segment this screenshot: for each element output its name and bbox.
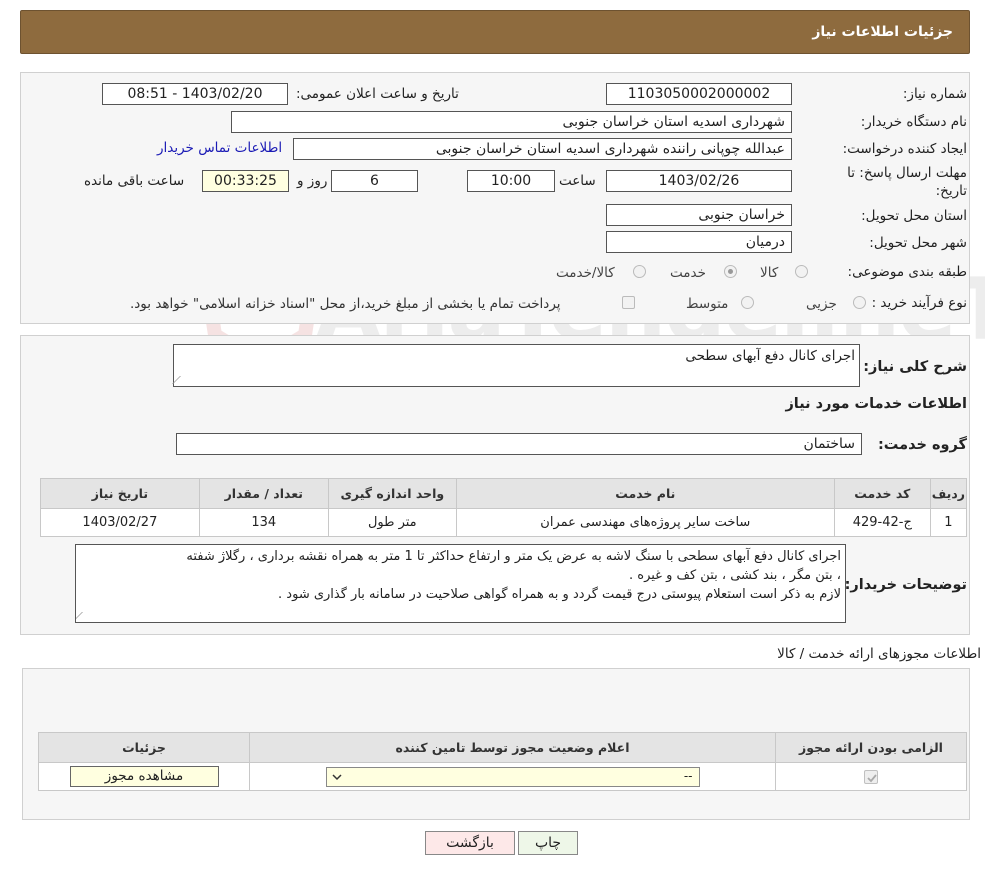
deadline-time-field: 10:00 bbox=[467, 170, 555, 192]
page-header: جزئیات اطلاعات نیاز bbox=[20, 10, 970, 54]
service-group-field: ساختمان bbox=[176, 433, 862, 455]
need-number-label: شماره نیاز: bbox=[902, 86, 967, 102]
col-unit: واحد اندازه گیری bbox=[327, 478, 457, 509]
buyer-notes-line-1: اجرای کانال دفع آبهای سطحی با سنگ لاشه ب… bbox=[186, 549, 841, 564]
permit-status-select[interactable]: -- bbox=[325, 766, 700, 787]
requester-field: عبدالله چوپانی راننده شهرداری اسدیه استا… bbox=[293, 138, 792, 160]
cell-permit-status: -- bbox=[249, 762, 776, 791]
chevron-down-icon bbox=[331, 773, 342, 780]
cell-permit-details: مشاهده مجوز bbox=[38, 762, 250, 791]
resize-grip-icon[interactable] bbox=[172, 376, 188, 384]
summary-label: شرح کلی نیاز: bbox=[863, 359, 967, 375]
services-table: ردیف کد خدمت نام خدمت واحد اندازه گیری ت… bbox=[40, 478, 968, 537]
buyer-org-field: شهرداری اسدیه استان خراسان جنوبی bbox=[231, 111, 792, 133]
buyer-notes-line-2: ، بتن مگر ، بند کشی ، بتن کف و غیره . bbox=[629, 568, 841, 583]
col-row-number: ردیف bbox=[929, 478, 968, 509]
delivery-city-label: شهر محل تحویل: bbox=[869, 235, 967, 251]
treasury-payment-checkbox[interactable] bbox=[622, 296, 635, 309]
cell-row-number: 1 bbox=[929, 508, 968, 537]
deadline-label-2: تاریخ: bbox=[935, 183, 967, 199]
process-label: نوع فرآیند خرید : bbox=[871, 295, 967, 311]
buyer-notes-label: توضیحات خریدار: bbox=[844, 577, 967, 593]
category-option-goods-service: کالا/خدمت bbox=[556, 265, 615, 281]
back-button[interactable]: بازگشت bbox=[425, 831, 515, 855]
buyer-notes-textarea[interactable]: اجرای کانال دفع آبهای سطحی با سنگ لاشه ب… bbox=[75, 544, 846, 623]
cell-service-name: ساخت سایر پروژه‌های مهندسی عمران bbox=[455, 508, 835, 537]
process-radio-medium[interactable] bbox=[741, 296, 754, 309]
category-radio-goods-service[interactable] bbox=[633, 265, 646, 278]
services-heading: اطلاعات خدمات مورد نیاز bbox=[785, 396, 967, 412]
need-number-field: 1103050002000002 bbox=[606, 83, 792, 105]
remaining-time-field: 00:33:25 bbox=[202, 170, 289, 192]
services-table-header: ردیف کد خدمت نام خدمت واحد اندازه گیری ت… bbox=[40, 478, 968, 509]
process-option-medium: متوسط bbox=[686, 296, 729, 312]
cell-permit-required bbox=[775, 762, 967, 791]
details-panel bbox=[20, 72, 970, 324]
cell-service-code: ج-42-429 bbox=[833, 508, 931, 537]
cell-quantity: 134 bbox=[198, 508, 329, 537]
deadline-label: مهلت ارسال پاسخ: تا bbox=[847, 165, 967, 181]
remaining-label: ساعت باقی مانده bbox=[84, 173, 185, 189]
requester-label: ایجاد کننده درخواست: bbox=[842, 141, 967, 157]
print-button[interactable]: چاپ bbox=[518, 831, 578, 855]
category-radio-service[interactable] bbox=[724, 265, 737, 278]
col-permit-status: اعلام وضعیت مجوز توسط تامین کننده bbox=[249, 732, 776, 763]
table-row: 1 ج-42-429 ساخت سایر پروژه‌های مهندسی عم… bbox=[40, 508, 968, 537]
announce-field: 1403/02/20 - 08:51 bbox=[102, 83, 288, 105]
days-field: 6 bbox=[331, 170, 418, 192]
cell-unit: متر طول bbox=[327, 508, 457, 537]
category-radio-goods[interactable] bbox=[795, 265, 808, 278]
category-label: طبقه بندی موضوعی: bbox=[847, 264, 967, 280]
time-label: ساعت bbox=[559, 173, 596, 189]
process-option-minor: جزیی bbox=[806, 296, 837, 312]
category-option-goods: کالا bbox=[760, 265, 779, 281]
col-service-name: نام خدمت bbox=[455, 478, 835, 509]
page-title: جزئیات اطلاعات نیاز bbox=[812, 24, 953, 40]
col-permit-required: الزامی بودن ارائه مجوز bbox=[775, 732, 967, 763]
permits-table-header: الزامی بودن ارائه مجوز اعلام وضعیت مجوز … bbox=[38, 732, 967, 763]
col-need-date: تاریخ نیاز bbox=[40, 478, 200, 509]
permits-heading: اطلاعات مجوزهای ارائه خدمت / کالا bbox=[777, 646, 981, 662]
col-quantity: تعداد / مقدار bbox=[198, 478, 329, 509]
service-group-label: گروه خدمت: bbox=[877, 437, 967, 453]
view-permit-button[interactable]: مشاهده مجوز bbox=[69, 766, 219, 787]
col-permit-details: جزئیات bbox=[38, 732, 250, 763]
buyer-notes-line-3: لازم به ذکر است استعلام پیوستی درج قیمت … bbox=[278, 587, 841, 602]
deadline-date-field: 1403/02/26 bbox=[606, 170, 792, 192]
announce-label: تاریخ و ساعت اعلان عمومی: bbox=[296, 86, 459, 102]
summary-text: اجرای کانال دفع آبهای سطحی bbox=[685, 348, 855, 364]
delivery-province-label: استان محل تحویل: bbox=[861, 208, 967, 224]
cell-need-date: 1403/02/27 bbox=[40, 508, 200, 537]
delivery-city-field: درمیان bbox=[606, 231, 792, 253]
delivery-province-field: خراسان جنوبی bbox=[606, 204, 792, 226]
resize-grip-icon[interactable] bbox=[76, 612, 90, 620]
buyer-org-label: نام دستگاه خریدار: bbox=[860, 114, 967, 130]
col-service-code: کد خدمت bbox=[833, 478, 931, 509]
table-row: -- مشاهده مجوز bbox=[38, 762, 967, 791]
check-icon bbox=[867, 773, 877, 782]
process-radio-minor[interactable] bbox=[853, 296, 866, 309]
permits-table: الزامی بودن ارائه مجوز اعلام وضعیت مجوز … bbox=[38, 732, 967, 791]
category-option-service: خدمت bbox=[670, 265, 706, 281]
buyer-contact-link[interactable]: اطلاعات تماس خریدار bbox=[157, 140, 282, 156]
permit-required-checkbox[interactable] bbox=[864, 769, 878, 784]
summary-textarea[interactable]: اجرای کانال دفع آبهای سطحی bbox=[172, 344, 860, 387]
permit-status-value: -- bbox=[683, 768, 693, 783]
treasury-payment-note: پرداخت تمام یا بخشی از مبلغ خرید،از محل … bbox=[130, 296, 561, 312]
days-label: روز و bbox=[297, 173, 328, 189]
